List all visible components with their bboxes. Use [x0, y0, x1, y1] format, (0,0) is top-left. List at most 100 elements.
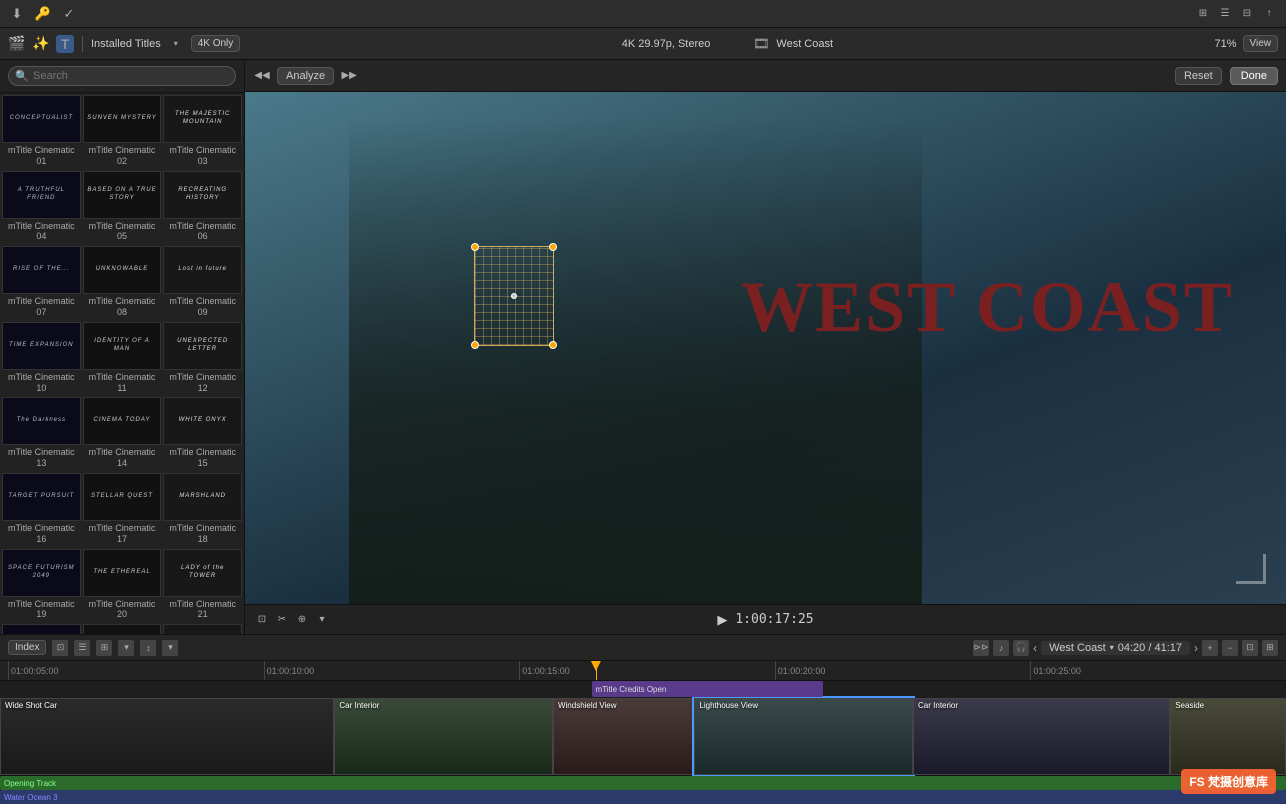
resolution-btn[interactable]: 4K Only: [191, 35, 241, 52]
timeline-icon1[interactable]: ⊡: [52, 640, 68, 656]
watermark: FS 梵摄创意库: [1181, 769, 1276, 794]
grid-icon[interactable]: ⊞: [1194, 5, 1212, 23]
zoom-in-icon[interactable]: +: [1202, 640, 1218, 656]
video-clip[interactable]: Car Interior: [913, 698, 1170, 775]
title-item[interactable]: RECREATING HISTORY mTitle Cinematic 06: [163, 171, 242, 245]
video-clip[interactable]: Windshield View: [553, 698, 694, 775]
arrow-down-icon[interactable]: ▾: [167, 35, 185, 53]
title-thumb: UNKNOWABLE: [83, 246, 162, 294]
track-handle-tl[interactable]: [471, 243, 479, 251]
tool-more-icon[interactable]: ▾: [313, 611, 331, 629]
nav-dropdown-icon[interactable]: ▾: [1110, 643, 1114, 652]
prev-frame-icon[interactable]: ◀◀: [253, 67, 271, 85]
view-btn[interactable]: View: [1243, 35, 1279, 52]
titles-icon[interactable]: T: [56, 35, 74, 53]
title-name: mTitle Cinematic 21: [163, 597, 242, 621]
video-clip[interactable]: Car Interior: [334, 698, 553, 775]
skip-back-icon[interactable]: ⊳⊳: [973, 640, 989, 656]
title-item[interactable]: Lost in future mTitle Cinematic 09: [163, 246, 242, 320]
done-btn[interactable]: Done: [1230, 67, 1278, 85]
zoom-tool-icon[interactable]: ⊞: [1262, 640, 1278, 656]
track-handle-br[interactable]: [549, 341, 557, 349]
timeline-icon4[interactable]: ▾: [118, 640, 134, 656]
key-icon[interactable]: 🔑: [34, 5, 52, 23]
title-item[interactable]: TIME EXPANSION mTitle Cinematic 10: [2, 322, 81, 396]
tool-zoom-icon[interactable]: ⊕: [293, 611, 311, 629]
title-item[interactable]: THE THEOREM mTitle Cinematic 23: [83, 624, 162, 634]
title-item[interactable]: THE BLAST mTitle Cinematic 24: [163, 624, 242, 634]
title-name: mTitle Cinematic 08: [83, 294, 162, 318]
timeline-icon3[interactable]: ⊞: [96, 640, 112, 656]
analyze-btn[interactable]: Analyze: [277, 67, 334, 85]
clip-nav-timecode: 04:20 / 41:17: [1118, 642, 1182, 654]
timeline-icon5[interactable]: ↕: [140, 640, 156, 656]
timeline-icon6[interactable]: ▾: [162, 640, 178, 656]
checkmark-icon[interactable]: ✓: [60, 5, 78, 23]
nav-prev[interactable]: ‹: [1033, 641, 1037, 655]
title-name: mTitle Cinematic 19: [2, 597, 81, 621]
fit-icon[interactable]: ⊡: [1242, 640, 1258, 656]
play-button[interactable]: ▶: [717, 612, 727, 628]
title-item[interactable]: WHITE ONYX mTitle Cinematic 15: [163, 397, 242, 471]
title-name: mTitle Cinematic 16: [2, 521, 81, 545]
tool-select-icon[interactable]: ⊡: [253, 611, 271, 629]
title-item[interactable]: TARGET PURSUIT mTitle Cinematic 16: [2, 473, 81, 547]
zoom-out-icon[interactable]: −: [1222, 640, 1238, 656]
video-clip[interactable]: Wide Shot Car: [0, 698, 334, 775]
title-item[interactable]: SPACE FUTURISM 2049 mTitle Cinematic 19: [2, 549, 81, 623]
headphone-icon[interactable]: 🎧: [1013, 640, 1029, 656]
title-name: mTitle Cinematic 06: [163, 219, 242, 243]
title-item[interactable]: STELLAR QUEST mTitle Cinematic 17: [83, 473, 162, 547]
title-item[interactable]: THE MAJESTIC MOUNTAIN mTitle Cinematic 0…: [163, 95, 242, 169]
title-thumb: Lost in future: [163, 246, 242, 294]
search-icon: 🔍: [15, 70, 29, 83]
tool-trim-icon[interactable]: ✂: [273, 611, 291, 629]
water-track-label: Water Ocean 3: [4, 793, 58, 802]
track-handle-bl[interactable]: [471, 341, 479, 349]
next-frame-icon[interactable]: ▶▶: [340, 67, 358, 85]
share-icon[interactable]: ↑: [1260, 5, 1278, 23]
title-item[interactable]: SUNVEN MYSTERY mTitle Cinematic 02: [83, 95, 162, 169]
video-clip[interactable]: Lighthouse View: [694, 698, 913, 775]
detail-icon[interactable]: ⊟: [1238, 5, 1256, 23]
zoom-level: 71%: [1214, 38, 1236, 50]
title-thumb: SUNVEN MYSTERY: [83, 95, 162, 143]
title-item[interactable]: BASED ON A TRUE STORY mTitle Cinematic 0…: [83, 171, 162, 245]
list-icon[interactable]: ☰: [1216, 5, 1234, 23]
search-input[interactable]: [8, 66, 236, 86]
title-thumb: RECREATING HISTORY: [163, 171, 242, 219]
title-thumb: THE BLAST: [163, 624, 242, 634]
person-overlay: [349, 118, 922, 604]
media-icon[interactable]: 🎬: [8, 35, 26, 53]
reset-btn[interactable]: Reset: [1175, 67, 1222, 85]
nav-next[interactable]: ›: [1194, 641, 1198, 655]
title-item[interactable]: THE ETHEREAL mTitle Cinematic 20: [83, 549, 162, 623]
track-handle-tr[interactable]: [549, 243, 557, 251]
audio-icon[interactable]: ♪: [993, 640, 1009, 656]
index-btn[interactable]: Index: [8, 640, 46, 655]
track-center[interactable]: [511, 293, 517, 299]
title-item[interactable]: IDENTITY OF A MAN mTitle Cinematic 11: [83, 322, 162, 396]
title-track-bar[interactable]: mTitle Credits Open: [592, 681, 823, 697]
title-item[interactable]: CONCEPTUALIST mTitle Cinematic 01: [2, 95, 81, 169]
title-item[interactable]: CINEMA TODAY mTitle Cinematic 14: [83, 397, 162, 471]
title-item[interactable]: A TRUTHFUL FRIEND mTitle Cinematic 04: [2, 171, 81, 245]
title-item[interactable]: LADY of the TOWER mTitle Cinematic 21: [163, 549, 242, 623]
ruler-marks: 01:00:05:0001:00:10:0001:00:15:0001:00:2…: [8, 661, 1286, 680]
title-item[interactable]: UNEXPECTED LETTER mTitle Cinematic 12: [163, 322, 242, 396]
video-info: 4K 29.97p, Stereo: [622, 38, 711, 50]
preview-toolbar: ◀◀ Analyze ▶▶ Reset Done: [245, 60, 1286, 92]
title-item[interactable]: RISE OF THE... mTitle Cinematic 07: [2, 246, 81, 320]
title-item[interactable]: MARSHLAND mTitle Cinematic 18: [163, 473, 242, 547]
playhead[interactable]: [596, 661, 597, 680]
timeline-icon2[interactable]: ☰: [74, 640, 90, 656]
effects-icon[interactable]: ✨: [32, 35, 50, 53]
title-item[interactable]: The Darkness mTitle Cinematic 13: [2, 397, 81, 471]
title-item[interactable]: UNKNOWABLE mTitle Cinematic 08: [83, 246, 162, 320]
title-item[interactable]: LAST CYBORG mTitle Cinematic 22: [2, 624, 81, 634]
download-icon[interactable]: ⬇: [8, 5, 26, 23]
video-clip[interactable]: Seaside: [1170, 698, 1286, 775]
tracking-box[interactable]: [474, 246, 554, 346]
titles-grid: CONCEPTUALIST mTitle Cinematic 01 SUNVEN…: [0, 93, 244, 634]
ruler-mark: 01:00:10:00: [264, 661, 520, 680]
